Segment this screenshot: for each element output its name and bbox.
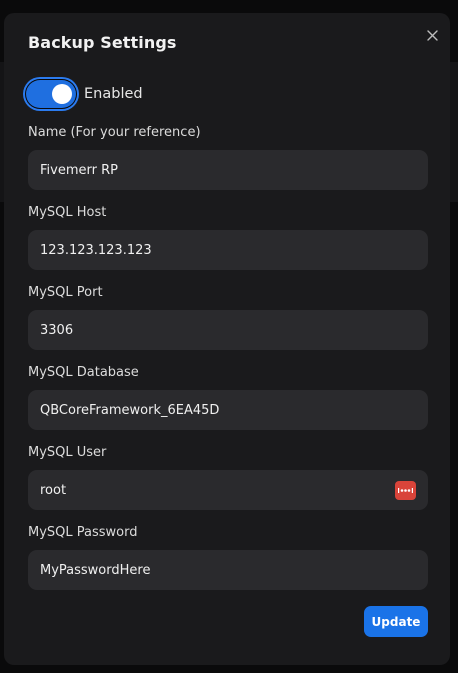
dots-icon	[398, 487, 413, 493]
mysql-host-input[interactable]	[40, 242, 416, 258]
mysql-port-input[interactable]	[40, 322, 416, 338]
mysql-user-field	[28, 470, 428, 510]
mysql-user-label: MySQL User	[28, 445, 107, 460]
enabled-label: Enabled	[84, 86, 143, 102]
mysql-password-field	[28, 550, 428, 590]
mysql-database-input[interactable]	[40, 402, 416, 418]
mysql-password-label: MySQL Password	[28, 525, 138, 540]
mysql-password-input[interactable]	[40, 562, 416, 578]
backup-settings-modal: Backup Settings Enabled Name (For your r…	[4, 13, 450, 665]
mysql-port-field	[28, 310, 428, 350]
enabled-toggle[interactable]	[26, 80, 76, 108]
close-button[interactable]	[424, 27, 440, 43]
close-icon	[426, 29, 438, 41]
name-input[interactable]	[40, 162, 416, 178]
mysql-host-label: MySQL Host	[28, 205, 107, 220]
mysql-host-field	[28, 230, 428, 270]
mysql-port-label: MySQL Port	[28, 285, 103, 300]
mysql-database-field	[28, 390, 428, 430]
mysql-database-label: MySQL Database	[28, 365, 139, 380]
enabled-toggle-row: Enabled	[26, 80, 143, 108]
mysql-user-input[interactable]	[40, 482, 395, 498]
toggle-knob	[52, 84, 72, 104]
name-field	[28, 150, 428, 190]
modal-title: Backup Settings	[28, 33, 177, 52]
password-manager-icon[interactable]	[395, 480, 416, 500]
update-button[interactable]: Update	[364, 606, 428, 637]
name-label: Name (For your reference)	[28, 125, 201, 140]
